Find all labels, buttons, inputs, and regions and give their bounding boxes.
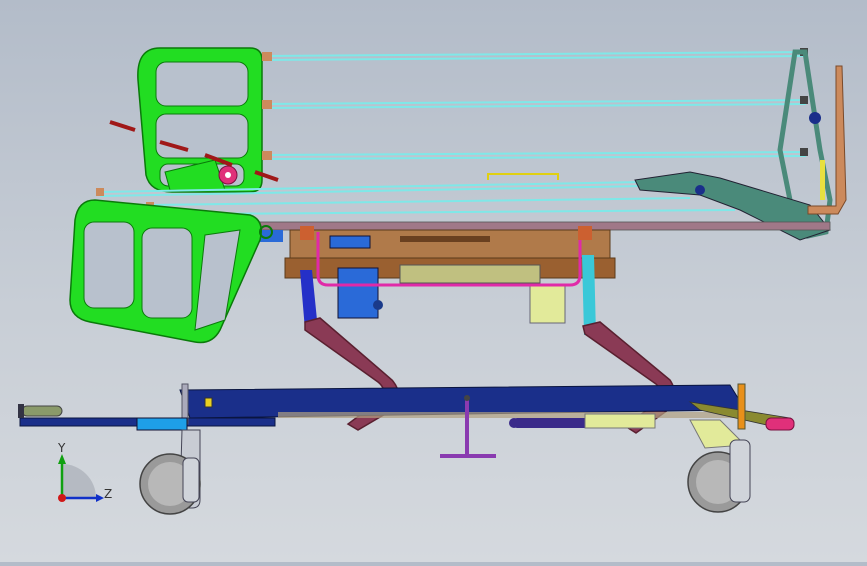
head-push-rod[interactable] bbox=[18, 404, 63, 418]
head-side-rail[interactable] bbox=[137, 47, 263, 193]
triad-z-label: Z bbox=[104, 487, 112, 501]
bed-assembly-drawing: Y Z bbox=[18, 47, 847, 515]
coordinate-triad-icon: Y Z bbox=[57, 441, 112, 502]
top-bracket bbox=[487, 173, 559, 180]
foot-end-frame bbox=[634, 49, 833, 241]
yellow-actuator bbox=[399, 264, 566, 324]
drive-motor bbox=[337, 267, 383, 319]
triad-y-label: Y bbox=[57, 441, 66, 455]
foot-side-rail[interactable] bbox=[69, 199, 273, 344]
cad-viewport[interactable]: Y Z bbox=[0, 0, 867, 562]
